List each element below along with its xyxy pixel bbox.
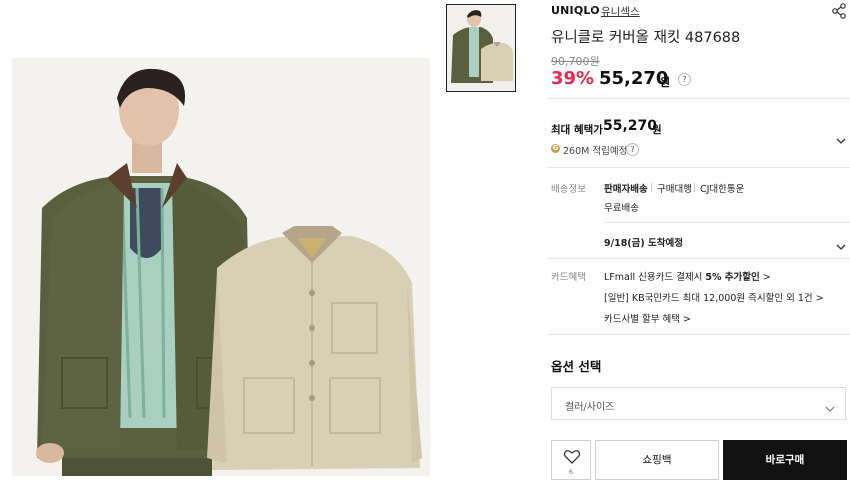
- card-benefit-kb[interactable]: [일반] KB국민카드 최대 12,000원 즉시할인 외 1건 >: [604, 290, 824, 304]
- card-benefit-highlight: 5% 추가할인: [705, 272, 760, 283]
- select-placeholder: 컬러/사이즈: [565, 402, 615, 413]
- card-installment-link[interactable]: 카드사별 할부 혜택 >: [604, 311, 691, 325]
- shipping-label: 배송정보: [551, 184, 586, 195]
- max-benefit-label: 최대 혜택가: [551, 124, 603, 136]
- shipping-option-courier: CJ대한통운: [700, 184, 745, 195]
- discount-rate: 39%: [551, 68, 595, 89]
- points-help-icon[interactable]: ?: [626, 143, 639, 156]
- card-benefit-label: 카드혜택: [551, 272, 586, 283]
- divider: [547, 167, 850, 168]
- separator: [651, 183, 652, 192]
- shipping-fee: 무료배송: [604, 203, 639, 214]
- divider: [547, 334, 850, 335]
- divider: [547, 98, 850, 99]
- card-benefit-arrow: >: [759, 272, 771, 283]
- chevron-down-icon[interactable]: [836, 237, 846, 250]
- shipping-option-seller: 판매자배송: [604, 184, 648, 195]
- product-title: 유니클로 커버올 재킷 487688: [551, 30, 741, 46]
- max-benefit-currency: 원: [652, 124, 662, 136]
- breadcrumb-separator: ›: [591, 4, 595, 15]
- shopping-bag-button[interactable]: 쇼핑백: [595, 440, 719, 480]
- product-main-image: [12, 58, 430, 476]
- color-size-select[interactable]: 컬러/사이즈: [551, 387, 846, 420]
- heart-icon: [563, 449, 581, 469]
- shipping-option-proxy: 구매대행: [657, 184, 692, 195]
- wishlist-button[interactable]: 6: [551, 440, 591, 480]
- reward-points: 260M 적립예정: [563, 146, 628, 157]
- divider: [604, 222, 850, 223]
- coin-icon: G: [551, 144, 560, 153]
- share-icon[interactable]: [830, 2, 848, 20]
- separator: [694, 183, 695, 192]
- price-help-icon[interactable]: ?: [678, 73, 691, 86]
- buy-now-button[interactable]: 바로구매: [723, 440, 847, 480]
- product-thumbnail[interactable]: [446, 4, 516, 92]
- sale-price: 55,270: [599, 68, 669, 89]
- chevron-down-icon: [825, 399, 835, 418]
- card-benefit-lfmall[interactable]: LFmall 신용카드 결제시 5% 추가할인 >: [604, 269, 771, 283]
- chevron-down-icon[interactable]: [836, 131, 846, 144]
- max-benefit-price: 55,270: [603, 118, 658, 134]
- divider: [547, 258, 850, 259]
- original-price: 90,700원: [551, 55, 600, 68]
- card-benefit-text: LFmall 신용카드 결제시: [604, 272, 706, 283]
- category-link[interactable]: 유니섹스: [601, 4, 640, 19]
- arrival-date: 9/18(금) 도착예정: [604, 238, 683, 249]
- wishlist-count: 6: [568, 468, 574, 476]
- option-section-title: 옵션 선택: [551, 359, 602, 374]
- price-currency: 원: [660, 76, 671, 89]
